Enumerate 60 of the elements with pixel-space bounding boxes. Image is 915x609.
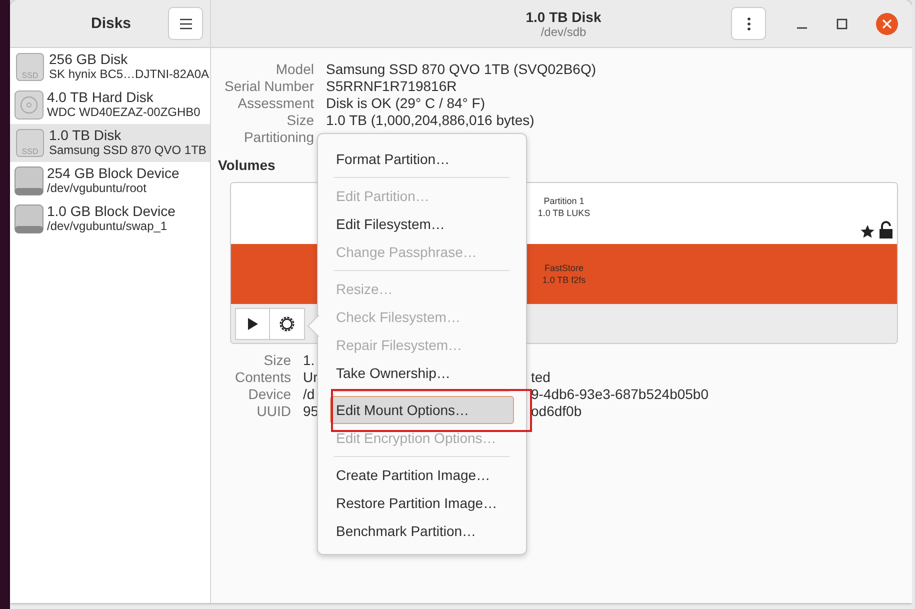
disk-model: Samsung SSD 870 QVO 1TB [49, 143, 206, 158]
detail-label: Serial Number [224, 78, 314, 95]
disk-name: 254 GB Block Device [47, 166, 180, 181]
detail-value: /d [303, 386, 315, 402]
disk-name: 4.0 TB Hard Disk [47, 90, 154, 105]
detail-label: Size [262, 352, 291, 369]
settings-button[interactable] [270, 308, 305, 340]
partition-label: Partition 1 1.0 TB LUKS [538, 194, 590, 218]
disk-list-item[interactable]: SSD 256 GB Disk SK hynix BC5…DJTNI-82A0A [10, 48, 210, 86]
disk-name: 1.0 GB Block Device [47, 204, 176, 219]
drive-icon [14, 204, 44, 234]
disk-list-item[interactable]: SSD 1.0 TB Disk Samsung SSD 870 QVO 1TB [10, 124, 210, 162]
detail-value: od6df0b [531, 403, 582, 420]
menu-item[interactable]: Format Partition… [330, 145, 514, 173]
menu-item[interactable]: Edit Mount Options… [330, 396, 514, 424]
detail-label: Model [274, 61, 314, 78]
detail-value: 9-4db6-93e3-687b524b05b0 [531, 386, 708, 403]
disk-model: WDC WD40EZAZ-00ZGHB0 [47, 105, 200, 120]
detail-label: Size [286, 112, 314, 129]
disk-list-item[interactable]: 4.0 TB Hard Disk WDC WD40EZAZ-00ZGHB0 [10, 86, 210, 124]
menu-item[interactable]: Edit Filesystem… [330, 210, 514, 238]
drive-icon [14, 166, 44, 196]
menu-icon [178, 18, 192, 30]
disk-list-item[interactable]: 254 GB Block Device /dev/vgubuntu/root [10, 162, 210, 200]
mount-button[interactable] [235, 308, 270, 340]
disk-list-item[interactable]: 1.0 GB Block Device /dev/vgubuntu/swap_1 [10, 200, 210, 238]
detail-value: S5RRNF1R719816R [326, 78, 458, 95]
detail-label: UUID [256, 403, 291, 420]
detail-value: Disk is OK (29° C / 84° F) [326, 95, 486, 112]
detail-value: Ur [303, 369, 318, 385]
window-subtitle: /dev/sdb [540, 24, 586, 38]
menu-item[interactable]: Restore Partition Image… [330, 489, 514, 517]
detail-label: Assessment [236, 95, 314, 112]
gear-icon [278, 314, 296, 332]
detail-label: Device [247, 386, 291, 403]
menu-button[interactable] [168, 7, 203, 40]
disk-name: 1.0 TB Disk [49, 128, 122, 143]
disk-name: 256 GB Disk [49, 52, 129, 67]
play-icon [246, 316, 258, 330]
detail-value: ted [531, 369, 550, 386]
disk-model: /dev/vgubuntu/root [47, 181, 148, 196]
menu-item[interactable]: Take Ownership… [330, 359, 514, 387]
detail-value: 1. [303, 352, 315, 368]
detail-value: 1.0 TB (1,000,204,886,016 bytes) [326, 112, 536, 129]
sidebar-title: Disks [91, 15, 132, 32]
close-icon[interactable] [876, 12, 898, 34]
detail-label: Partitioning [242, 129, 314, 146]
disk-model: SK hynix BC5…DJTNI-82A0A [49, 67, 210, 82]
maximize-icon[interactable] [836, 18, 848, 30]
ssd-icon: SSD [16, 53, 44, 81]
kebab-icon [746, 16, 750, 30]
detail-label: Contents [234, 369, 291, 386]
menu-item[interactable]: Benchmark Partition… [330, 517, 514, 545]
window-title: 1.0 TB Disk [526, 8, 602, 24]
ssd-icon: SSD [16, 129, 44, 157]
filesystem-label: FastStore 1.0 TB f2fs [542, 262, 586, 286]
detail-value: Samsung SSD 870 QVO 1TB (SVQ02B6Q) [326, 61, 598, 78]
disk-model: /dev/vgubuntu/swap_1 [47, 219, 168, 234]
volumes-heading: Volumes [218, 157, 276, 173]
menu-item[interactable]: Create Partition Image… [330, 461, 514, 489]
